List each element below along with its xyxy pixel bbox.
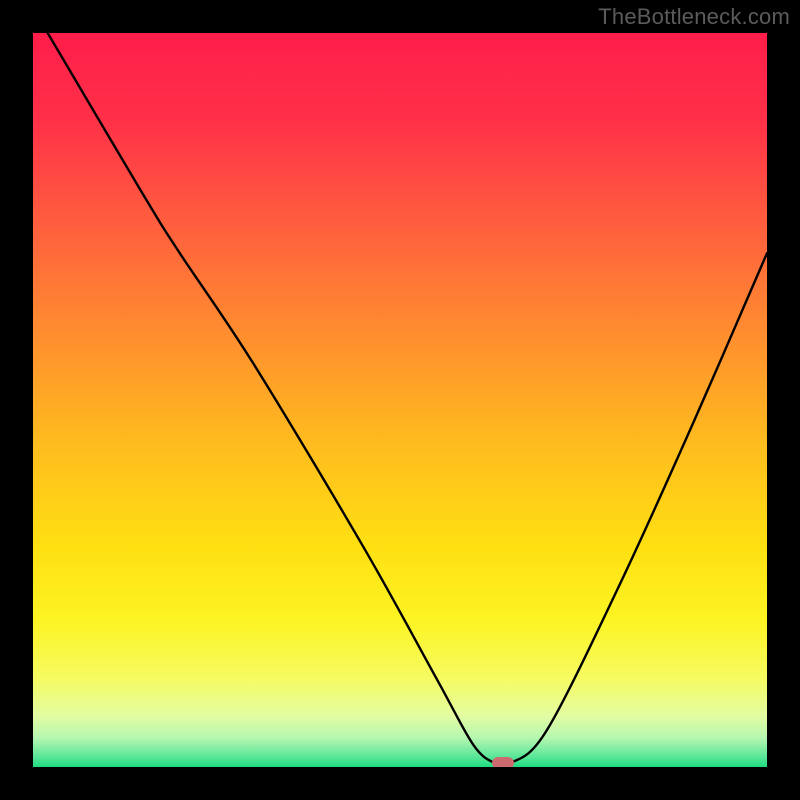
bottleneck-curve xyxy=(33,33,767,767)
plot-area xyxy=(33,33,767,767)
watermark-text: TheBottleneck.com xyxy=(598,4,790,30)
optimal-marker xyxy=(492,757,514,767)
chart-container: TheBottleneck.com xyxy=(0,0,800,800)
